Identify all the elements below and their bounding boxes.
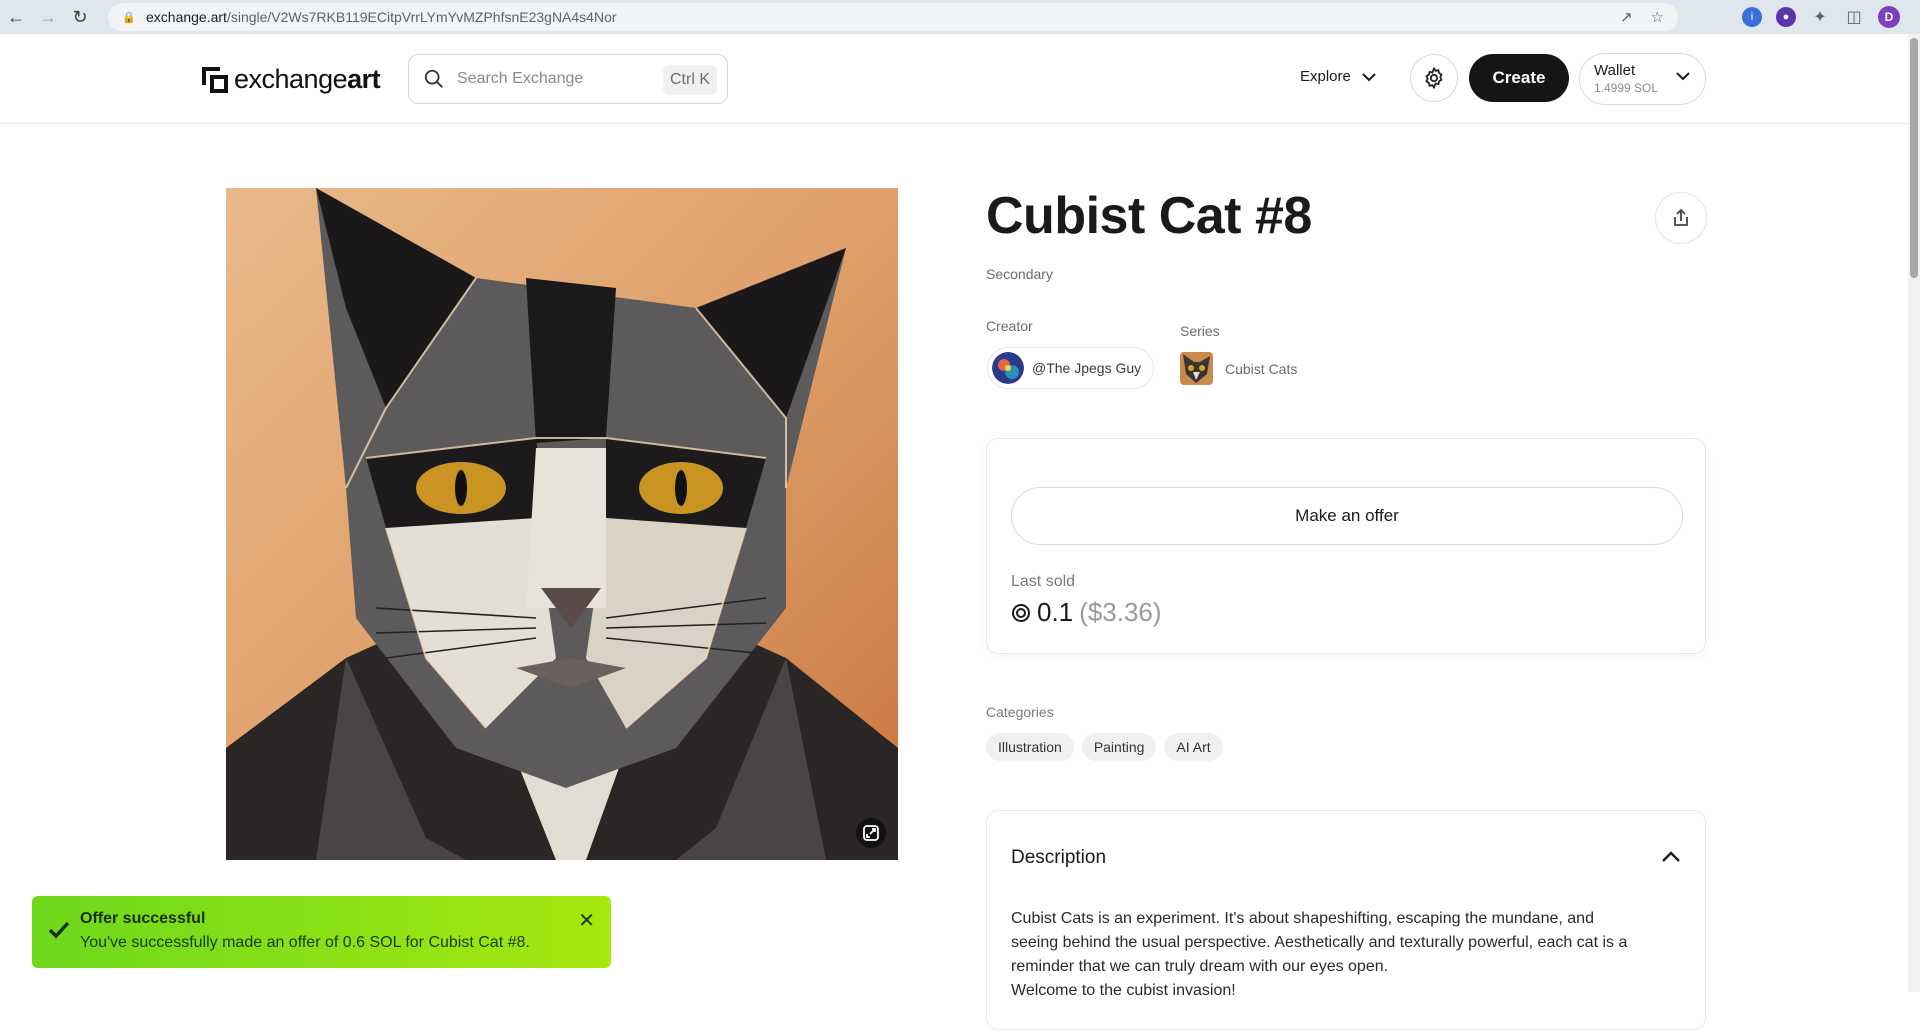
categories-label: Categories [986, 704, 1054, 720]
description-line: seeing behind the usual perspective. Aes… [1011, 934, 1628, 951]
description-body: Cubist Cats is an experiment. It's about… [1011, 907, 1691, 1003]
site-logo[interactable]: exchangeart [202, 64, 381, 95]
category-chip-painting[interactable]: Painting [1081, 733, 1157, 761]
url-host: exchange.art [146, 9, 227, 25]
success-toast: Offer successful You've successfully mad… [32, 896, 611, 968]
search-shortcut-badge: Ctrl K [663, 65, 717, 95]
gear-icon [1425, 66, 1443, 90]
explore-menu[interactable]: Explore [1300, 68, 1377, 85]
extensions-puzzle-icon[interactable]: ✦ [1810, 7, 1830, 27]
search-input[interactable]: Search Exchange Ctrl K [408, 54, 728, 104]
category-chips: Illustration Painting AI Art [986, 733, 1223, 761]
creator-link[interactable]: @The Jpegs Guy [987, 347, 1155, 389]
category-chip-illustration[interactable]: Illustration [986, 733, 1074, 761]
reload-icon[interactable]: ↻ [64, 2, 96, 32]
scrollbar-thumb[interactable] [1910, 38, 1918, 278]
last-sold-label: Last sold [1011, 573, 1076, 590]
make-offer-button[interactable]: Make an offer [1011, 487, 1683, 545]
share-page-icon[interactable]: ↗ [1620, 8, 1633, 26]
forward-icon[interactable]: → [32, 2, 64, 32]
bookmark-star-icon[interactable]: ☆ [1651, 8, 1664, 26]
sidebar-panel-icon[interactable]: ◫ [1844, 7, 1864, 27]
creator-name: @The Jpegs Guy [1032, 360, 1142, 376]
description-line: Cubist Cats is an experiment. It's about… [1011, 910, 1594, 927]
settings-button[interactable] [1410, 54, 1458, 102]
site-header: exchangeart Search Exchange Ctrl K Explo… [0, 34, 1908, 124]
last-sold-usd: ($3.36) [1079, 597, 1162, 627]
chevron-up-icon[interactable] [1661, 851, 1681, 863]
description-heading[interactable]: Description [1011, 847, 1106, 869]
profile-avatar[interactable]: D [1878, 6, 1900, 28]
last-sold-sol: 0.1 [1037, 597, 1074, 627]
logo-mark-icon [202, 66, 228, 93]
search-icon [424, 69, 443, 88]
extension-2-icon[interactable]: ● [1776, 7, 1796, 27]
create-button[interactable]: Create [1469, 54, 1569, 102]
url-path: /single/V2Ws7RKB119ECitpVrrLYmYvMZPhfsnE… [226, 9, 617, 25]
share-icon [1674, 208, 1688, 226]
share-button[interactable] [1655, 192, 1707, 244]
check-icon [48, 921, 70, 939]
market-type: Secondary [986, 266, 1053, 282]
description-line: Welcome to the cubist invasion! [1011, 982, 1236, 999]
artwork-title: Cubist Cat #8 [986, 187, 1312, 245]
last-sold-value: 0.1 ($3.36) [1011, 597, 1162, 628]
close-icon[interactable]: ✕ [578, 908, 595, 933]
cubist-cat-illustration [226, 188, 898, 860]
back-icon[interactable]: ← [0, 2, 32, 32]
description-line: reminder that we can truly dream with ou… [1011, 958, 1389, 975]
wallet-balance: 1.4999 SOL [1594, 81, 1659, 95]
chevron-down-icon [1676, 72, 1690, 81]
series-link[interactable]: Cubist Cats [1180, 352, 1297, 385]
address-bar[interactable]: 🔒 exchange.art/single/V2Ws7RKB119ECitpVr… [108, 3, 1678, 31]
logo-text: exchangeart [234, 64, 381, 94]
explore-label: Explore [1300, 68, 1351, 85]
toast-message: You've successfully made an offer of 0.6… [80, 934, 530, 951]
offer-card: Make an offer Last sold 0.1 ($3.36) [986, 438, 1706, 654]
sol-currency-icon [1012, 603, 1030, 622]
browser-toolbar: ← → ↻ 🔒 exchange.art/single/V2Ws7RKB119E… [0, 0, 1920, 34]
toast-title: Offer successful [80, 910, 206, 927]
series-thumbnail [1180, 352, 1213, 385]
expand-icon [863, 825, 879, 841]
creator-label: Creator [986, 318, 1033, 334]
expand-image-button[interactable] [856, 818, 886, 848]
extension-1-icon[interactable]: i [1742, 7, 1762, 27]
series-name: Cubist Cats [1225, 360, 1298, 377]
description-card: Description Cubist Cats is an experiment… [986, 810, 1706, 1030]
lock-icon: 🔒 [122, 12, 136, 24]
series-label: Series [1180, 323, 1220, 339]
search-placeholder: Search Exchange [457, 70, 584, 87]
artwork-image[interactable] [226, 188, 898, 860]
chevron-down-icon [1362, 72, 1376, 81]
creator-avatar [992, 352, 1024, 384]
category-chip-ai-art[interactable]: AI Art [1164, 733, 1223, 761]
page-scrollbar[interactable] [1908, 34, 1920, 992]
wallet-button[interactable]: Wallet 1.4999 SOL [1579, 53, 1706, 105]
